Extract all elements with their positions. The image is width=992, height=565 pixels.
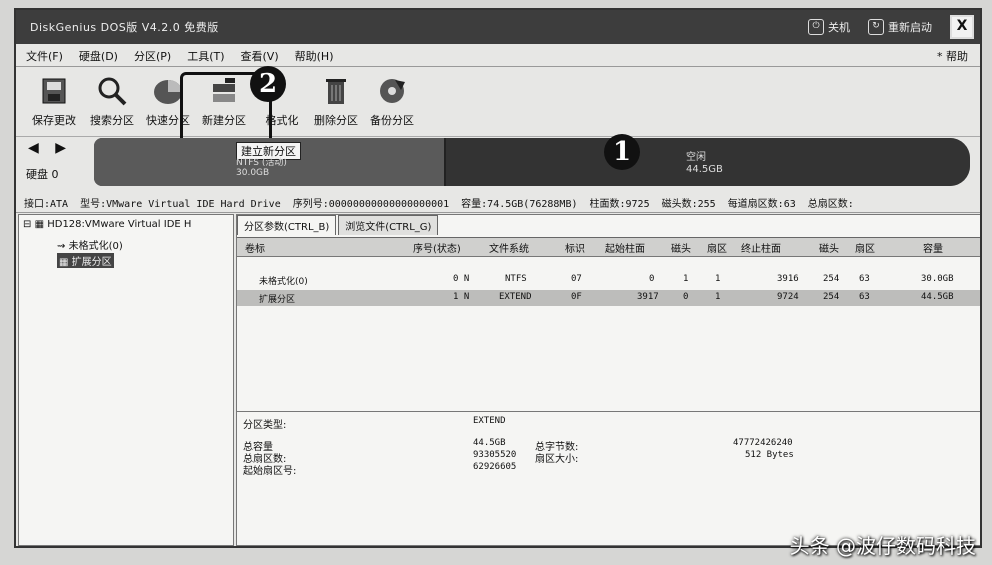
search-icon: [95, 74, 129, 108]
disk-label: 硬盘 0: [26, 168, 59, 181]
help-link[interactable]: * 帮助: [937, 48, 968, 64]
segment-size: 30.0GB: [236, 168, 270, 178]
power-icon: ⏻: [808, 19, 824, 35]
detail-total-bytes-value: 47772426240: [733, 438, 793, 448]
tree-item-unformatted[interactable]: ⇝ 未格式化(0): [57, 237, 123, 252]
info-spt: 每道扇区数:63: [727, 198, 796, 210]
delete-partition-button[interactable]: 删除分区: [306, 74, 366, 128]
tree-disk-node[interactable]: ⊟ ▦ HD128:VMware Virtual IDE H: [23, 219, 191, 230]
disk-info-bar: 接口:ATA 型号:VMware Virtual IDE Hard Drive …: [16, 192, 980, 213]
partition-segment-ntfs[interactable]: 建立新分区 NTFS (活动) 30.0GB: [94, 138, 446, 186]
free-size: 44.5GB: [686, 164, 723, 175]
free-space-segment[interactable]: 空闲 44.5GB: [446, 138, 970, 186]
info-model: 型号:VMware Virtual IDE Hard Drive: [80, 198, 281, 210]
detail-sector-size-value: 512 Bytes: [745, 450, 794, 460]
tab-partition-params[interactable]: 分区参数(CTRL_B): [237, 215, 337, 235]
detail-sector-size-label: 扇区大小:: [535, 454, 579, 465]
partition-icon: ▦: [59, 257, 69, 268]
table-row[interactable]: 未格式化(0) 0 N NTFS 07 0 1 1 3916 254 63 30…: [237, 272, 980, 288]
save-icon: [37, 74, 71, 108]
reboot-label: 重新启动: [888, 21, 932, 34]
free-label: 空闲: [686, 152, 706, 163]
disk-tree: ⊟ ▦ HD128:VMware Virtual IDE H ⇝ 未格式化(0)…: [18, 214, 234, 546]
info-cylinders: 柱面数:9725: [589, 198, 650, 210]
menu-partition[interactable]: 分区(P): [134, 48, 171, 64]
title-bar: DiskGenius DOS版 V4.2.0 免费版 ⏻ 关机 ↻ 重新启动 X: [16, 10, 980, 44]
info-total-sectors: 总扇区数:: [807, 198, 854, 210]
reboot-button[interactable]: ↻ 重新启动: [868, 19, 932, 35]
disk-icon: ▦: [34, 219, 45, 230]
toolbar: 保存更改 搜索分区 快速分区 新建分区 格式化 删除分区 备份分区: [16, 68, 980, 137]
menu-help[interactable]: 帮助(H): [295, 48, 334, 64]
table-row[interactable]: 扩展分区 1 N EXTEND 0F 3917 0 1 9724 254 63 …: [237, 290, 980, 306]
restart-icon: ↻: [868, 19, 884, 35]
detail-start-sec-label: 起始扇区号:: [243, 466, 297, 477]
segment-fs: NTFS (活动): [236, 158, 287, 168]
disk-map-bar: 建立新分区 NTFS (活动) 30.0GB 空闲 44.5GB: [94, 138, 970, 186]
shutdown-label: 关机: [828, 21, 850, 34]
info-serial: 序列号:00000000000000000001: [292, 198, 450, 210]
menu-bar: 文件(F) 硬盘(D) 分区(P) 工具(T) 查看(V) 帮助(H) * 帮助: [16, 46, 980, 67]
menu-file[interactable]: 文件(F): [26, 48, 63, 64]
partition-icon: ⇝: [57, 241, 66, 252]
partition-table: 卷标 序号(状态) 文件系统 标识 起始柱面 磁头 扇区 终止柱面 磁头 扇区 …: [237, 237, 980, 406]
shutdown-button[interactable]: ⏻ 关机: [808, 19, 850, 35]
partition-pane: 分区参数(CTRL_B) 浏览文件(CTRL_G) 卷标 序号(状态) 文件系统…: [236, 214, 980, 546]
disk-map-row: ◀ ▶ 硬盘 0 建立新分区 NTFS (活动) 30.0GB 空闲 44.5G…: [16, 136, 980, 192]
detail-start-sec-value: 62926605: [473, 462, 517, 472]
tab-browse-files[interactable]: 浏览文件(CTRL_G): [338, 215, 439, 235]
detail-total-sec-value: 93305520: [473, 450, 517, 460]
delete-icon: [319, 74, 353, 108]
step-badge-1: 1: [604, 134, 640, 170]
menu-view[interactable]: 查看(V): [241, 48, 279, 64]
info-interface: 接口:ATA: [24, 198, 69, 210]
info-capacity: 容量:74.5GB(76288MB): [461, 198, 578, 210]
backup-icon: [375, 74, 409, 108]
app-window: DiskGenius DOS版 V4.2.0 免费版 ⏻ 关机 ↻ 重新启动 X…: [14, 8, 982, 548]
window-title: DiskGenius DOS版 V4.2.0 免费版: [30, 21, 219, 34]
detail-type-value: EXTEND: [473, 416, 506, 426]
menu-disk[interactable]: 硬盘(D): [79, 48, 118, 64]
backup-partition-button[interactable]: 备份分区: [362, 74, 422, 128]
table-header: 卷标 序号(状态) 文件系统 标识 起始柱面 磁头 扇区 终止柱面 磁头 扇区 …: [237, 238, 980, 257]
detail-type-label: 分区类型:: [243, 420, 287, 431]
watermark: 头条 @波仔数码科技: [789, 534, 976, 558]
info-heads: 磁头数:255: [661, 198, 716, 210]
step-badge-2: 2: [250, 66, 286, 102]
tab-strip: 分区参数(CTRL_B) 浏览文件(CTRL_G): [237, 215, 440, 235]
disk-nav-arrows[interactable]: ◀ ▶: [28, 140, 72, 156]
partition-details: 分区类型: EXTEND 总容量 44.5GB 总扇区数: 93305520 起…: [237, 411, 980, 544]
close-button[interactable]: X: [950, 15, 974, 39]
expand-icon: ⊟: [23, 219, 32, 230]
menu-tools[interactable]: 工具(T): [187, 48, 224, 64]
search-partition-button[interactable]: 搜索分区: [82, 74, 142, 128]
save-button[interactable]: 保存更改: [24, 74, 84, 128]
tree-item-extended[interactable]: ▦ 扩展分区: [57, 253, 114, 268]
detail-total-cap-value: 44.5GB: [473, 438, 506, 448]
